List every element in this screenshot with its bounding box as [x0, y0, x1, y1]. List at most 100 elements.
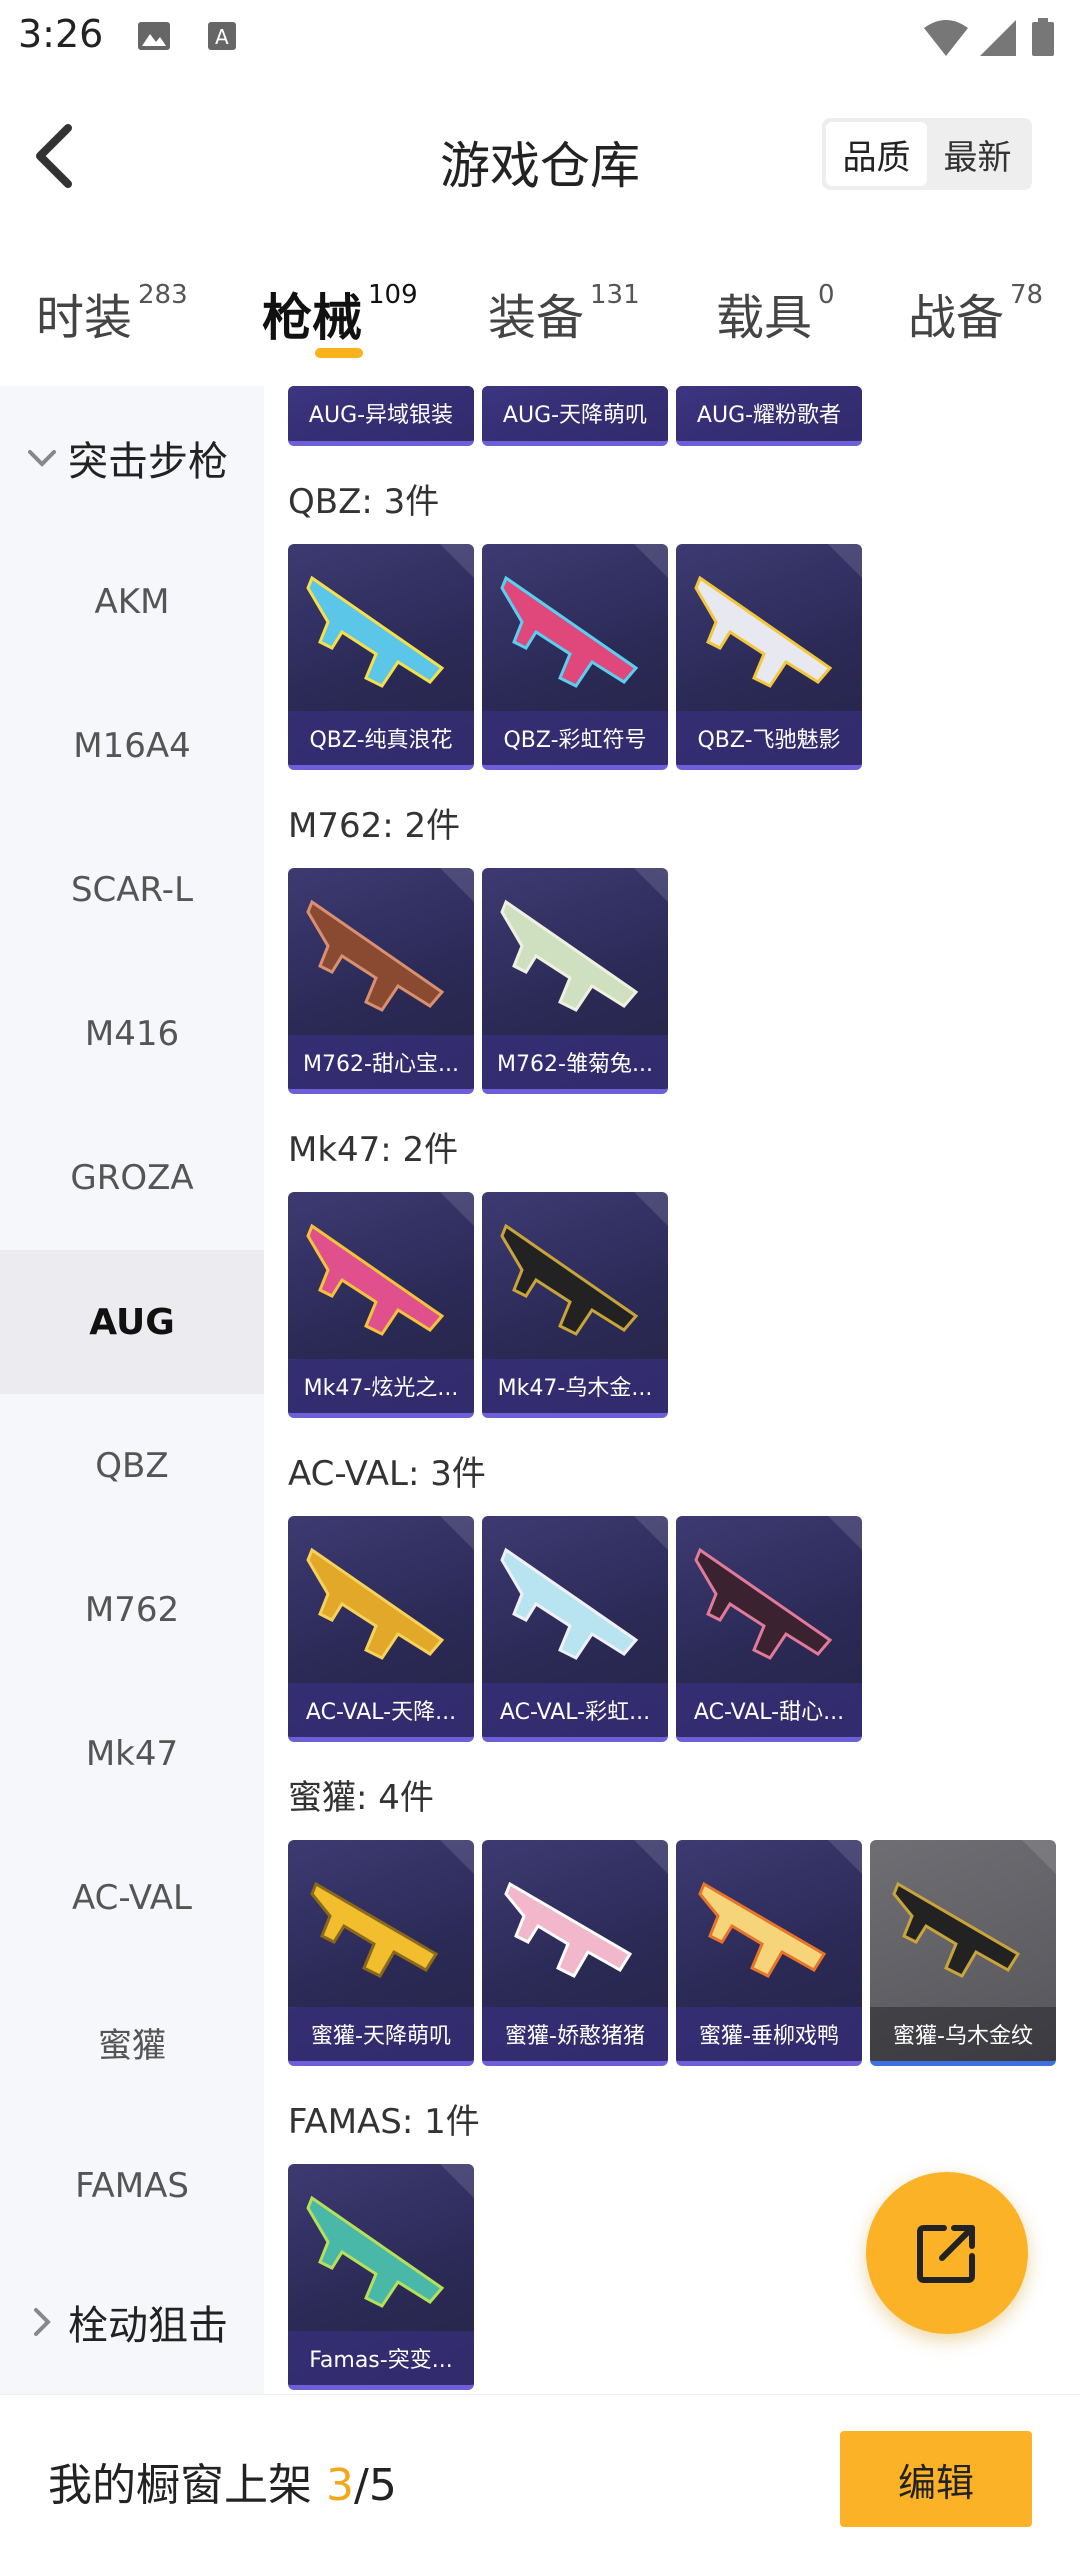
section-title-ac-val: AC-VAL: 3件: [288, 1454, 486, 1494]
edit-button[interactable]: 编辑: [840, 2431, 1032, 2527]
category-tabs: 时装 283 枪械 109 装备 131 载具 0 战备 78: [0, 236, 1080, 386]
rifle-skin-icon: [306, 2195, 445, 2308]
skin-card[interactable]: AC-VAL-甜心...: [676, 1516, 862, 1742]
skin-card[interactable]: 蜜獾-乌木金纹: [870, 1840, 1056, 2066]
showcase-label: 我的橱窗上架: [48, 2460, 326, 2511]
sidebar-item-m16a4[interactable]: M16A4: [0, 674, 264, 818]
skin-name: AUG-天降萌叽: [482, 386, 668, 441]
rifle-skin-icon: [306, 899, 445, 1012]
tab-count: 131: [590, 280, 640, 310]
image-icon: [138, 22, 170, 50]
sidebar-item-ac-val[interactable]: AC-VAL: [0, 1826, 264, 1970]
skin-name: AUG-耀粉歌者: [676, 386, 862, 441]
tab-count: 283: [138, 280, 188, 310]
sidebar-item-qbz[interactable]: QBZ: [0, 1394, 264, 1538]
skin-card[interactable]: AUG-耀粉歌者: [676, 386, 862, 446]
skin-name: QBZ-彩虹符号: [482, 711, 668, 765]
weapon-sidebar: 突击步枪 AKM M16A4 SCAR-L M416 GROZA AUG QBZ…: [0, 386, 264, 2394]
skin-card[interactable]: QBZ-飞驰魅影: [676, 544, 862, 770]
showcase-total-count: /5: [354, 2460, 397, 2511]
sort-quality-button[interactable]: 品质: [826, 122, 927, 186]
sort-toggle: 品质 最新: [822, 118, 1032, 190]
sidebar-item-m416[interactable]: M416: [0, 962, 264, 1106]
header: 游戏仓库 品质 最新: [0, 76, 1080, 236]
section-title-m762: M762: 2件: [288, 806, 461, 846]
skin-card[interactable]: 蜜獾-娇憨猪猪: [482, 1840, 668, 2066]
skin-name: Mk47-炫光之...: [288, 1359, 474, 1413]
skin-name: AUG-异域银装: [288, 386, 474, 441]
sort-newest-button[interactable]: 最新: [927, 122, 1028, 186]
skin-name: 蜜獾-乌木金纹: [870, 2007, 1056, 2061]
showcase-current-count: 3: [326, 2460, 354, 2511]
sidebar-item-groza[interactable]: GROZA: [0, 1106, 264, 1250]
skin-card[interactable]: M762-雏菊兔...: [482, 868, 668, 1094]
battery-icon: [1032, 18, 1054, 56]
sidebar-item-scar-l[interactable]: SCAR-L: [0, 818, 264, 962]
skin-card[interactable]: AC-VAL-彩虹...: [482, 1516, 668, 1742]
sidebar-item-honey-badger[interactable]: 蜜獾: [0, 1970, 264, 2114]
skin-card[interactable]: AUG-异域银装: [288, 386, 474, 446]
sidebar-item-mk47[interactable]: Mk47: [0, 1682, 264, 1826]
tab-firearms[interactable]: 枪械 109: [262, 278, 418, 350]
skin-name: 蜜獾-垂柳戏鸭: [676, 2007, 862, 2061]
rifle-skin-icon: [892, 1881, 1021, 1978]
section-title-qbz: QBZ: 3件: [288, 482, 440, 522]
tab-label: 战备: [908, 290, 1005, 346]
wifi-icon: [924, 20, 968, 56]
skin-name: M762-甜心宝...: [288, 1035, 474, 1089]
tab-equipment[interactable]: 装备 131: [488, 278, 640, 348]
rifle-skin-icon: [500, 1223, 639, 1336]
skin-card[interactable]: Mk47-乌木金...: [482, 1192, 668, 1418]
share-out-icon: [917, 2225, 975, 2283]
tab-label: 枪械: [262, 289, 362, 347]
skin-name: QBZ-纯真浪花: [288, 711, 474, 765]
sidebar-item-aug[interactable]: AUG: [0, 1250, 264, 1394]
cellular-signal-icon: [980, 20, 1016, 56]
share-button[interactable]: [866, 2172, 1028, 2334]
rifle-skin-icon: [306, 575, 445, 688]
skin-name: QBZ-飞驰魅影: [676, 711, 862, 765]
section-title-honey-badger: 蜜獾: 4件: [288, 1778, 434, 1818]
section-title-mk47: Mk47: 2件: [288, 1130, 459, 1170]
text-recognition-icon: A: [208, 22, 236, 50]
tab-battle-supplies[interactable]: 战备 78: [908, 278, 1043, 348]
sidebar-group-label: 突击步枪: [68, 439, 228, 485]
skin-card[interactable]: QBZ-彩虹符号: [482, 544, 668, 770]
section-title-famas: FAMAS: 1件: [288, 2102, 480, 2142]
rifle-skin-icon: [694, 575, 833, 688]
svg-text:A: A: [215, 25, 229, 49]
sidebar-item-akm[interactable]: AKM: [0, 530, 264, 674]
rifle-skin-icon: [306, 1223, 445, 1336]
skin-name: AC-VAL-天降...: [288, 1683, 474, 1737]
showcase-status: 我的橱窗上架 3/5: [48, 2449, 397, 2513]
skin-name: AC-VAL-彩虹...: [482, 1683, 668, 1737]
skin-card[interactable]: M762-甜心宝...: [288, 868, 474, 1094]
tab-count: 78: [1010, 280, 1044, 310]
sidebar-item-famas[interactable]: FAMAS: [0, 2114, 264, 2258]
rifle-skin-icon: [500, 899, 639, 1012]
rifle-skin-icon: [310, 1881, 439, 1978]
chevron-down-icon: [28, 450, 56, 467]
active-tab-indicator: [315, 348, 363, 358]
tab-count: 109: [368, 280, 418, 310]
skin-card[interactable]: AUG-天降萌叽: [482, 386, 668, 446]
sidebar-group-bolt-action[interactable]: 栓动狙击: [0, 2250, 264, 2394]
rifle-skin-icon: [306, 1547, 445, 1660]
tab-vehicles[interactable]: 载具 0: [716, 278, 835, 348]
skin-name: Mk47-乌木金...: [482, 1359, 668, 1413]
chevron-right-icon: [34, 2308, 51, 2336]
skin-card[interactable]: Mk47-炫光之...: [288, 1192, 474, 1418]
status-bar: 3:26 A: [0, 0, 1080, 76]
sidebar-group-assault-rifles[interactable]: 突击步枪: [0, 386, 264, 530]
rifle-skin-icon: [694, 1547, 833, 1660]
tab-fashion[interactable]: 时装 283: [36, 278, 188, 348]
skin-card[interactable]: 蜜獾-天降萌叽: [288, 1840, 474, 2066]
skin-card[interactable]: Famas-突变...: [288, 2164, 474, 2390]
skin-card[interactable]: 蜜獾-垂柳戏鸭: [676, 1840, 862, 2066]
rifle-skin-icon: [500, 1547, 639, 1660]
skin-card[interactable]: AC-VAL-天降...: [288, 1516, 474, 1742]
rifle-skin-icon: [504, 1881, 633, 1978]
sidebar-item-m762[interactable]: M762: [0, 1538, 264, 1682]
sidebar-group-label: 栓动狙击: [68, 2303, 228, 2349]
skin-card[interactable]: QBZ-纯真浪花: [288, 544, 474, 770]
